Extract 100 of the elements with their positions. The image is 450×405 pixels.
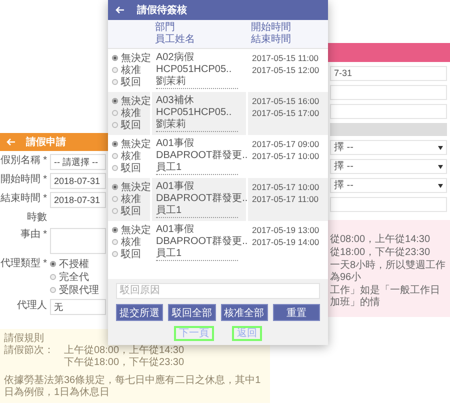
end-time: 2017-05-15 12:00 [252, 64, 320, 76]
department: DBAPROOT群發更.. [156, 193, 246, 205]
action-button[interactable]: 提交所選 [116, 304, 164, 321]
radio-label: 駁回 [121, 248, 141, 261]
radio-button[interactable] [112, 165, 118, 171]
column-header: 結束時間 [251, 34, 292, 46]
radio-button[interactable] [112, 184, 118, 190]
radio-label: 駁回 [121, 76, 141, 89]
input-field[interactable] [330, 197, 447, 212]
start-time: 2017-05-19 13:00 [252, 224, 320, 236]
radio-button[interactable] [50, 287, 56, 293]
leave-type: A01事假 [156, 181, 195, 193]
select-field[interactable]: 擇 -- [330, 178, 447, 193]
radio-label: 核准 [121, 64, 141, 77]
field-label: 結束時間 * [0, 192, 47, 206]
employee-name: 員工1 [156, 248, 238, 261]
rules-note: 依據勞基法第36條規定，每七日中應有二日之休息，其中1日為例假，1日為休息日 [4, 375, 262, 399]
select-value: 擇 -- [334, 141, 354, 154]
end-time: 2017-05-15 17:00 [252, 107, 320, 119]
column-header: 員工姓名 [155, 34, 196, 46]
caret-icon [438, 184, 443, 188]
employee-name: 劉茉莉 [156, 119, 238, 132]
note-text: 從18:00，下午從23:30 [330, 247, 432, 259]
text-area[interactable] [50, 228, 106, 254]
field-label: 代理類型 * [0, 257, 47, 271]
rules-label: 請假節次： [4, 345, 54, 358]
start-time: 2017-05-17 10:00 [252, 181, 320, 193]
select-field[interactable]: 擇 -- [330, 140, 447, 155]
department: DBAPROOT群發更.. [156, 150, 246, 162]
field-label: 時數 [26, 211, 47, 225]
department: HCP051HCP05.. [156, 107, 233, 118]
input-field[interactable] [330, 85, 447, 100]
radio-button[interactable] [50, 261, 56, 267]
input-field[interactable] [330, 104, 447, 119]
radio-label: 無決定 [121, 224, 151, 236]
header-title: 請假待簽核 [137, 4, 187, 17]
input-field[interactable]: 2018-07-31 [50, 192, 106, 208]
employee-name: 劉茉莉 [156, 76, 238, 89]
end-time: 2017-05-19 14:00 [252, 236, 320, 248]
column-header: 開始時間 [251, 22, 292, 34]
column-header: 部門 [155, 22, 176, 34]
rules-title: 請假規則 [4, 333, 44, 344]
back-arrow-icon[interactable] [115, 6, 125, 14]
note-text: 一天8小時，所以雙週工作為96小 [330, 260, 446, 284]
leave-type: A01事假 [156, 224, 195, 236]
header-title: 請假申請 [26, 136, 66, 149]
select-value: 擇 -- [334, 179, 354, 192]
caret-icon [438, 146, 443, 150]
field-label: 事由 * [19, 228, 47, 242]
caret-icon [438, 164, 443, 168]
radio-button[interactable] [112, 196, 118, 202]
action-button[interactable]: 核准全部 [220, 304, 268, 321]
input-field[interactable]: 2018-07-31 [50, 173, 106, 189]
employee-name: 員工1 [156, 205, 238, 218]
radio-label: 核准 [121, 150, 141, 163]
input-field[interactable]: 7-31 [330, 66, 447, 81]
radio-label: 無決定 [121, 94, 151, 108]
radio-label: 駁回 [121, 205, 141, 218]
note-text: 從08:00，上午從14:30 [330, 234, 432, 246]
rules-text: 上午從08:00，上午從14:30 [64, 345, 184, 357]
leave-type: A01事假 [156, 138, 195, 150]
radio-button[interactable] [112, 141, 118, 147]
leave-type: A03補休 [156, 95, 195, 107]
select-field[interactable]: 擇 -- [330, 159, 447, 174]
radio-label: 無決定 [121, 180, 151, 194]
radio-label: 受限代理 [59, 284, 99, 297]
radio-button[interactable] [112, 79, 118, 85]
rules-text: 下午從18:00，下午從23:30 [64, 357, 184, 369]
radio-button[interactable] [112, 227, 118, 233]
back-arrow-icon[interactable] [6, 138, 16, 146]
action-button[interactable]: 重置 [272, 304, 320, 321]
department: DBAPROOT群發更.. [156, 236, 246, 248]
radio-label: 不授權 [59, 258, 89, 271]
radio-button[interactable] [112, 98, 118, 104]
radio-label: 完全代 [59, 270, 89, 284]
radio-button[interactable] [112, 122, 118, 128]
radio-button[interactable] [112, 251, 118, 257]
radio-button[interactable] [112, 67, 118, 73]
radio-button[interactable] [112, 208, 118, 214]
radio-label: 核准 [121, 106, 141, 120]
start-time: 2017-05-15 11:00 [252, 52, 320, 64]
radio-button[interactable] [50, 274, 56, 280]
radio-label: 核准 [121, 192, 141, 206]
employee-name: 員工1 [156, 162, 238, 175]
input-field[interactable]: 无 [50, 299, 106, 315]
start-time: 2017-05-17 09:00 [252, 138, 320, 150]
action-button[interactable]: 駁回全部 [168, 304, 216, 321]
radio-button[interactable] [112, 110, 118, 116]
radio-label: 核准 [121, 236, 141, 249]
note-text: 工作」如是「一般工作日加班」的情 [330, 285, 441, 309]
select-value: 擇 -- [334, 160, 354, 173]
end-time: 2017-05-17 11:00 [252, 193, 320, 205]
radio-button[interactable] [112, 239, 118, 245]
department: HCP051HCP05.. [156, 64, 233, 76]
select-field[interactable]: -- 請選擇 -- [50, 154, 106, 170]
leave-type: A02病假 [156, 52, 195, 64]
radio-button[interactable] [112, 153, 118, 159]
radio-button[interactable] [112, 55, 118, 61]
radio-label: 無決定 [121, 138, 151, 150]
field-label: 開始時間 * [0, 173, 47, 187]
